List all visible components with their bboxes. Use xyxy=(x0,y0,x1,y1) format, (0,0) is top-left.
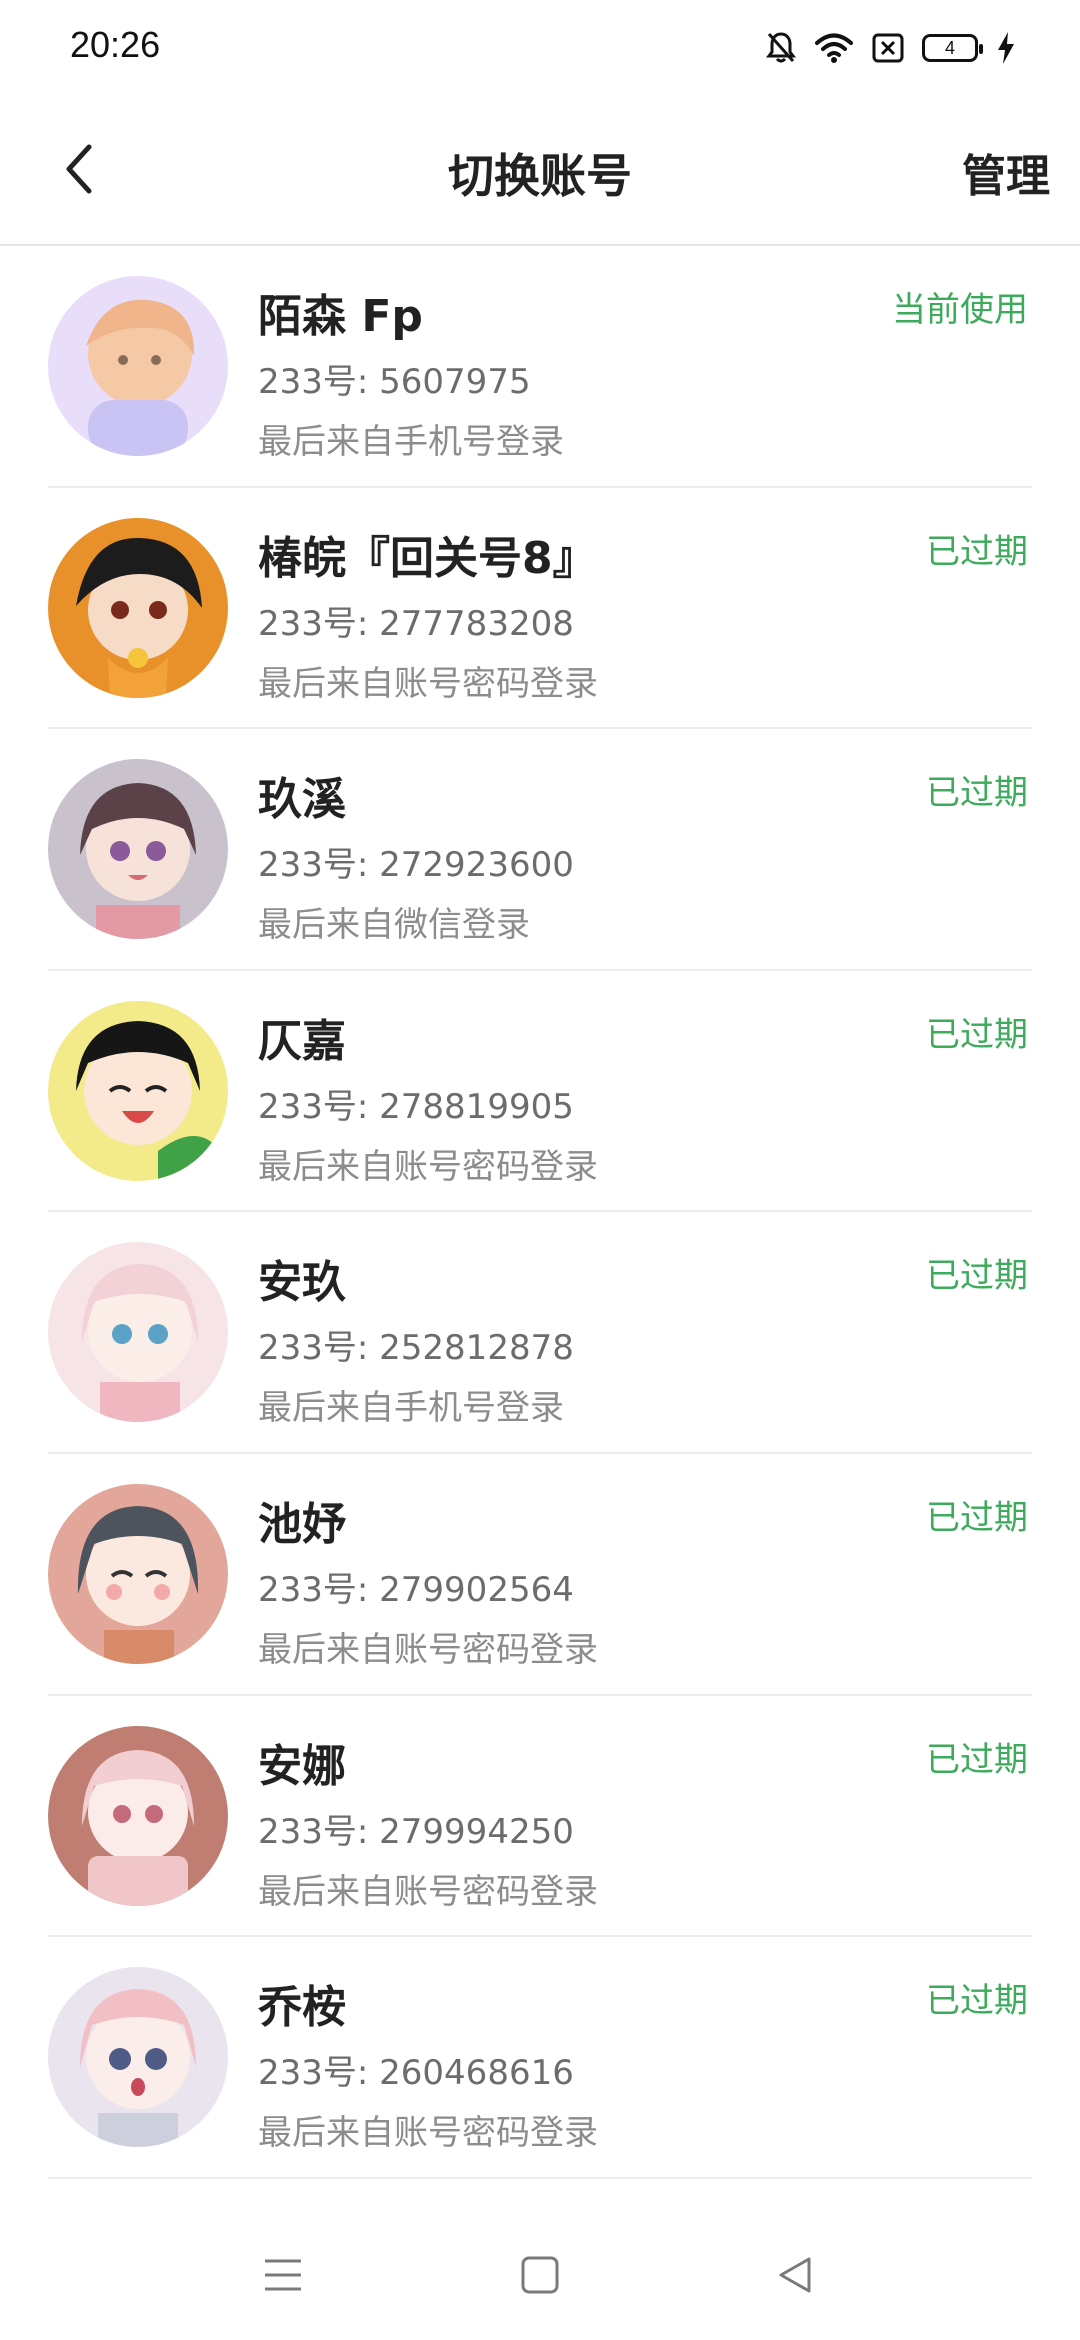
account-name: 玖溪 xyxy=(258,774,346,826)
battery-icon: 4 xyxy=(922,34,983,62)
manage-button[interactable]: 管理 xyxy=(962,140,1050,204)
status-icons: 4 xyxy=(766,26,1016,70)
avatar xyxy=(48,759,228,940)
top-app-bar: 切换账号 管理 xyxy=(0,96,1080,246)
account-id: 233号: 279902564 xyxy=(258,1569,574,1610)
status-time: 20:26 xyxy=(70,24,161,65)
avatar xyxy=(48,1000,228,1181)
account-name: 安娜 xyxy=(258,1740,346,1792)
account-id: 233号: 277783208 xyxy=(258,603,574,644)
account-name: 椿皖『回关号8』 xyxy=(258,532,597,584)
account-status: 已过期 xyxy=(926,531,1028,572)
page-title: 切换账号 xyxy=(448,149,632,203)
home-button[interactable] xyxy=(507,2242,573,2308)
account-status: 当前使用 xyxy=(892,290,1028,330)
account-item[interactable]: 椿皖『回关号8』 233号: 277783208 最后来自账号密码登录 已过期 xyxy=(0,488,1080,730)
battery-level: 4 xyxy=(944,37,955,58)
account-login-method: 最后来自账号密码登录 xyxy=(258,663,598,704)
wifi-icon xyxy=(814,32,854,64)
charging-icon xyxy=(996,31,1016,65)
account-name: 陌森 Fp xyxy=(258,291,423,342)
account-name: 安玖 xyxy=(258,1257,346,1309)
avatar xyxy=(48,517,228,698)
chevron-left-icon xyxy=(66,144,92,194)
account-item[interactable]: 玖溪 233号: 272923600 最后来自微信登录 已过期 xyxy=(0,729,1080,971)
account-name: 池妤 xyxy=(258,1498,346,1550)
account-name: 乔桉 xyxy=(258,1982,346,2034)
account-id: 233号: 252812878 xyxy=(258,1328,574,1369)
account-item[interactable]: 安娜 233号: 279994250 最后来自账号密码登录 已过期 xyxy=(0,1696,1080,1938)
recents-button[interactable] xyxy=(250,2242,316,2308)
account-login-method: 最后来自账号密码登录 xyxy=(258,2113,598,2154)
account-status: 已过期 xyxy=(926,773,1028,814)
back-button[interactable] xyxy=(44,134,114,204)
system-back-button[interactable] xyxy=(762,2242,828,2308)
avatar xyxy=(48,1483,228,1664)
account-login-method: 最后来自账号密码登录 xyxy=(258,1146,598,1187)
account-id: 233号: 278819905 xyxy=(258,1086,574,1127)
account-item[interactable]: 乔桉 233号: 260468616 最后来自账号密码登录 已过期 xyxy=(0,1937,1080,2179)
account-login-method: 最后来自账号密码登录 xyxy=(258,1871,598,1912)
account-item[interactable]: 仄嘉 233号: 278819905 最后来自账号密码登录 已过期 xyxy=(0,971,1080,1213)
avatar xyxy=(48,1967,228,2148)
account-id: 233号: 260468616 xyxy=(258,2053,574,2094)
account-id: 233号: 279994250 xyxy=(258,1811,574,1852)
account-status: 已过期 xyxy=(926,1256,1028,1297)
account-id: 233号: 272923600 xyxy=(258,845,574,886)
status-bar: 20:26 4 xyxy=(0,0,1080,96)
account-status: 已过期 xyxy=(926,1981,1028,2022)
account-status: 已过期 xyxy=(926,1739,1028,1780)
account-status: 已过期 xyxy=(926,1014,1028,1055)
account-status: 已过期 xyxy=(926,1497,1028,1538)
account-login-method: 最后来自手机号登录 xyxy=(258,422,564,462)
account-list: 陌森 Fp 233号: 5607975 最后来自手机号登录 当前使用 椿皖『回关… xyxy=(0,246,1080,2179)
avatar xyxy=(48,276,228,456)
account-login-method: 最后来自微信登录 xyxy=(258,905,530,946)
menu-icon xyxy=(265,2259,301,2291)
account-item[interactable]: 安玖 233号: 252812878 最后来自手机号登录 已过期 xyxy=(0,1212,1080,1454)
account-name: 仄嘉 xyxy=(258,1015,346,1067)
system-navigation-bar xyxy=(0,2210,1080,2340)
account-login-method: 最后来自账号密码登录 xyxy=(258,1629,598,1670)
account-item[interactable]: 池妤 233号: 279902564 最后来自账号密码登录 已过期 xyxy=(0,1454,1080,1696)
avatar xyxy=(48,1725,228,1906)
account-login-method: 最后来自手机号登录 xyxy=(258,1388,564,1429)
account-item[interactable]: 陌森 Fp 233号: 5607975 最后来自手机号登录 当前使用 xyxy=(0,246,1080,488)
account-id: 233号: 5607975 xyxy=(258,362,531,402)
home-icon xyxy=(521,2256,559,2294)
bell-off-icon xyxy=(766,31,796,65)
avatar xyxy=(48,1242,228,1423)
sim-error-icon xyxy=(872,33,904,63)
back-triangle-icon xyxy=(779,2257,811,2293)
